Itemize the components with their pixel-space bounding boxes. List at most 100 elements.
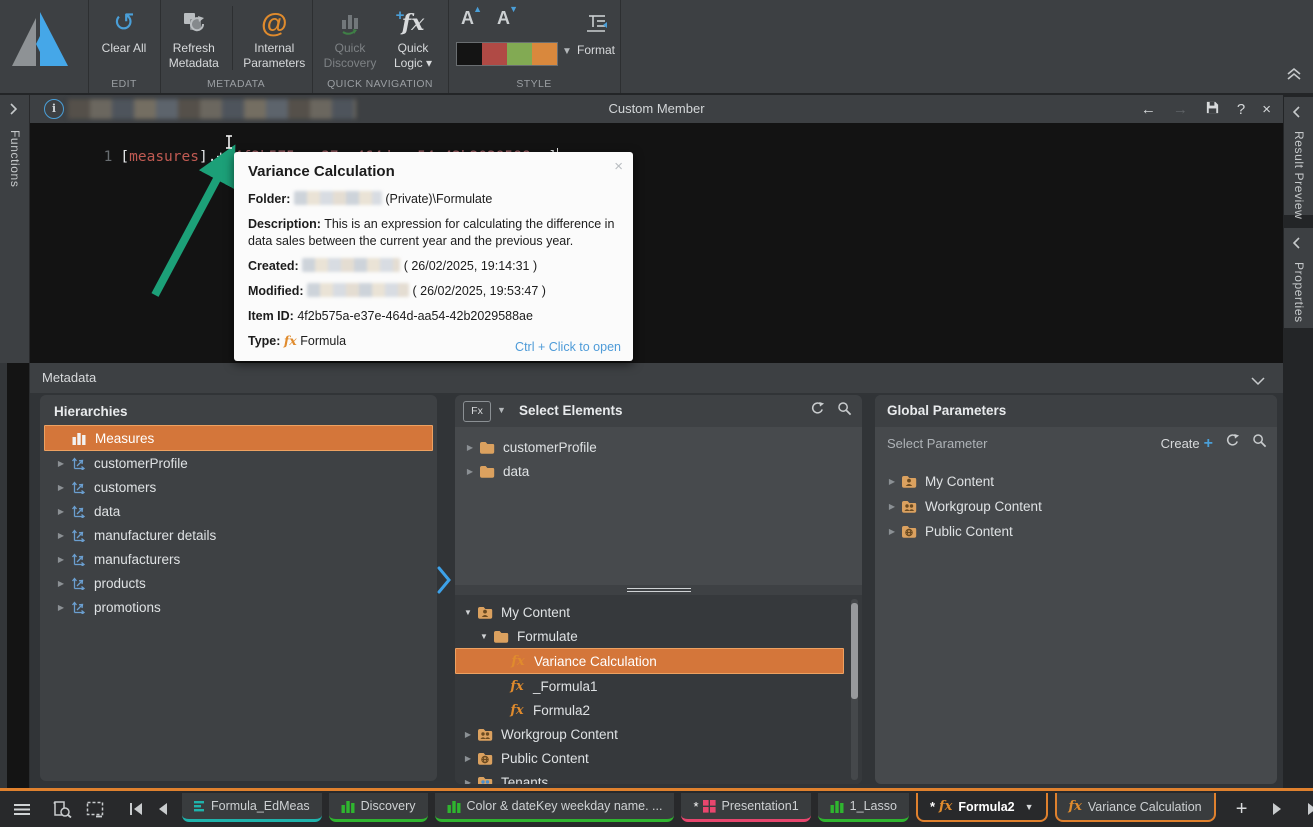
expand-arrow[interactable]: ▶ xyxy=(54,555,68,564)
tree-item-customerprofile[interactable]: ▶ customerProfile xyxy=(455,435,862,459)
expand-arrow[interactable]: ▼ xyxy=(461,608,475,617)
expand-arrow[interactable]: ▶ xyxy=(54,483,68,492)
tree-item-data[interactable]: ▶ data xyxy=(44,499,433,523)
tab-color-datekey-weekday-name[interactable]: Color & dateKey weekday name. ... xyxy=(434,793,675,822)
tree-item-customerprofile[interactable]: ▶ customerProfile xyxy=(44,451,433,475)
chevron-down-icon[interactable] xyxy=(1251,373,1265,391)
internal-parameters-label: Internal Parameters xyxy=(243,41,306,70)
tree-item-customers[interactable]: ▶ customers xyxy=(44,475,433,499)
ctrl-click-hint[interactable]: Ctrl + Click to open xyxy=(515,340,621,354)
fx-mode-dropdown-icon[interactable]: ▼ xyxy=(497,405,506,415)
expand-arrow[interactable]: ▶ xyxy=(463,443,477,452)
expand-arrow[interactable]: ▶ xyxy=(885,502,899,511)
palette-swatch[interactable] xyxy=(482,43,507,65)
quick-discovery-button[interactable]: Quick Discovery xyxy=(317,0,383,70)
tab-dropdown-icon[interactable]: ▼ xyxy=(1025,802,1034,812)
tab-presentation1[interactable]: * Presentation1 xyxy=(681,793,811,822)
tab-discovery[interactable]: Discovery xyxy=(328,793,428,822)
result-preview-panel-tab[interactable]: Result Preview xyxy=(1284,97,1313,219)
expand-panel-chevron[interactable] xyxy=(436,565,452,600)
content-browser-icon[interactable] xyxy=(50,797,74,821)
increase-font-button[interactable]: A ▲ xyxy=(458,4,482,29)
tree-item-formula2[interactable]: fx Formula2 xyxy=(455,698,844,722)
info-icon[interactable]: i xyxy=(44,99,64,119)
properties-panel-tab[interactable]: Properties xyxy=(1284,228,1313,328)
clear-all-button[interactable]: ↺ Clear All xyxy=(92,0,156,56)
quick-logic-button[interactable]: fx + Quick Logic ▾ xyxy=(383,0,443,70)
scrollbar[interactable] xyxy=(851,599,858,780)
tab-1-lasso[interactable]: 1_Lasso xyxy=(817,793,909,822)
tree-item-workgroup-content[interactable]: ▶ Workgroup Content xyxy=(455,722,844,746)
metadata-section-header[interactable]: Metadata xyxy=(30,363,1283,394)
tree-item-manufacturers[interactable]: ▶ manufacturers xyxy=(44,547,433,571)
palette-swatch[interactable] xyxy=(457,43,482,65)
scrollbar-thumb[interactable] xyxy=(851,603,858,699)
result-preview-label: Result Preview xyxy=(1292,131,1306,220)
expand-arrow[interactable]: ▶ xyxy=(54,507,68,516)
expand-arrow[interactable]: ▶ xyxy=(461,778,475,785)
select-window-icon[interactable] xyxy=(84,797,108,821)
tree-item-formulate[interactable]: ▼ Formulate xyxy=(455,624,844,648)
tree-item-tenants[interactable]: ▶ Tenants xyxy=(455,770,844,784)
group-label-edit: EDIT xyxy=(111,78,137,90)
palette-dropdown-icon[interactable]: ▼ xyxy=(562,46,572,57)
first-tab-icon[interactable] xyxy=(124,797,148,821)
app-logo[interactable] xyxy=(0,0,89,93)
refresh-icon[interactable] xyxy=(1225,433,1240,453)
search-icon[interactable] xyxy=(837,401,852,421)
tree-item-manufacturer-details[interactable]: ▶ manufacturer details xyxy=(44,523,433,547)
expand-arrow[interactable]: ▶ xyxy=(54,459,68,468)
collapse-ribbon-button[interactable] xyxy=(1285,66,1303,87)
refresh-icon[interactable] xyxy=(810,401,825,421)
help-icon[interactable]: ? xyxy=(1237,102,1245,117)
save-icon[interactable] xyxy=(1205,100,1220,118)
create-parameter-button[interactable]: Create + xyxy=(1161,427,1213,461)
functions-panel-tab[interactable]: Functions xyxy=(0,95,30,363)
tree-item-promotions[interactable]: ▶ promotions xyxy=(44,595,433,619)
tree-item-variance-calculation[interactable]: fx Variance Calculation xyxy=(455,648,844,674)
tree-item-measures[interactable]: Measures xyxy=(44,425,433,451)
color-palette-picker[interactable] xyxy=(456,42,558,66)
pyramid-logo-icon xyxy=(12,12,68,66)
tree-item-workgroup-content[interactable]: ▶ Workgroup Content xyxy=(875,494,1277,519)
tree-item-my-content[interactable]: ▼ My Content xyxy=(455,600,844,624)
tab-formula-edmeas[interactable]: Formula_EdMeas xyxy=(182,793,322,822)
tab-formula2[interactable]: * fx Formula2 ▼ xyxy=(915,793,1048,822)
expand-arrow[interactable]: ▶ xyxy=(54,579,68,588)
expand-arrow[interactable]: ▼ xyxy=(477,632,491,641)
menu-icon[interactable] xyxy=(10,797,34,821)
new-tab-icon[interactable]: + xyxy=(1230,797,1254,821)
expand-arrow[interactable]: ▶ xyxy=(54,603,68,612)
fx-mode-button[interactable]: Fx xyxy=(463,401,491,422)
tree-item-products[interactable]: ▶ products xyxy=(44,571,433,595)
tree-item-public-content[interactable]: ▶ Public Content xyxy=(455,746,844,770)
internal-parameters-button[interactable]: @ Internal Parameters xyxy=(237,0,312,70)
last-tab-icon[interactable] xyxy=(1302,797,1313,821)
expand-arrow[interactable]: ▶ xyxy=(885,527,899,536)
search-icon[interactable] xyxy=(1252,433,1267,453)
refresh-metadata-button[interactable]: Refresh Metadata xyxy=(160,0,228,70)
forward-icon[interactable]: → xyxy=(1173,102,1188,117)
expand-arrow[interactable]: ▶ xyxy=(885,477,899,486)
expand-arrow[interactable]: ▶ xyxy=(463,467,477,476)
tooltip-close-icon[interactable]: × xyxy=(614,158,623,175)
tree-item-data[interactable]: ▶ data xyxy=(455,459,862,483)
tree-item-label: Formulate xyxy=(517,628,578,644)
formula-code-editor[interactable]: 1[measures].+[4f2b575a-e37e-464d-aa54-42… xyxy=(30,123,1283,363)
tree-item-my-content[interactable]: ▶ My Content xyxy=(875,469,1277,494)
expand-arrow[interactable]: ▶ xyxy=(461,730,475,739)
expand-arrow[interactable]: ▶ xyxy=(54,531,68,540)
close-icon[interactable]: × xyxy=(1262,102,1271,117)
previous-tab-icon[interactable] xyxy=(150,797,174,821)
panel-splitter[interactable] xyxy=(455,585,862,595)
expand-arrow[interactable]: ▶ xyxy=(461,754,475,763)
decrease-font-button[interactable]: A ▼ xyxy=(494,4,518,29)
next-tab-icon[interactable] xyxy=(1266,797,1290,821)
tree-item-formula1[interactable]: fx _Formula1 xyxy=(455,674,844,698)
palette-swatch[interactable] xyxy=(507,43,532,65)
back-icon[interactable]: ← xyxy=(1141,102,1156,117)
tree-item-public-content[interactable]: ▶ Public Content xyxy=(875,519,1277,544)
tab-variance-calculation[interactable]: fx Variance Calculation xyxy=(1054,793,1216,822)
format-button[interactable]: Format xyxy=(574,2,618,58)
palette-swatch[interactable] xyxy=(532,43,557,65)
